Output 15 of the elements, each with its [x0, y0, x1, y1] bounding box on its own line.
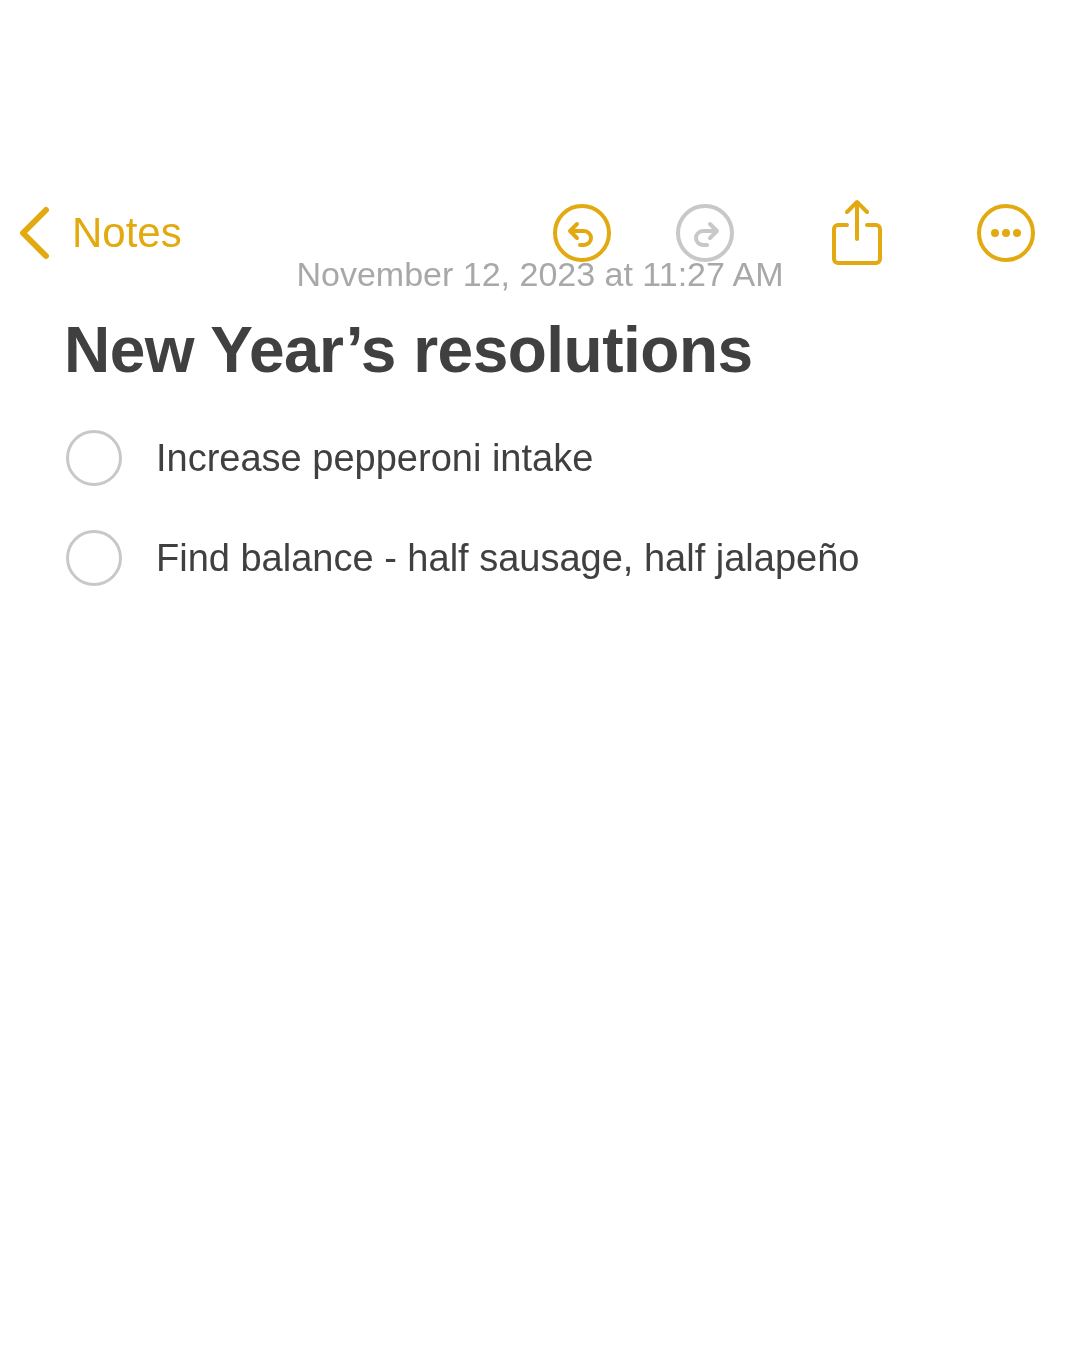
undo-button[interactable] [552, 203, 612, 263]
share-icon [830, 199, 884, 267]
chevron-left-icon [18, 206, 50, 260]
checklist-item-text: Find balance - half sausage, half jalapeño [156, 536, 860, 580]
more-icon [976, 203, 1036, 263]
note-title: New Year’s resolutions [64, 313, 754, 388]
share-button[interactable] [830, 199, 884, 267]
checklist-item-text: Increase pepperoni intake [156, 436, 594, 480]
redo-icon [675, 203, 735, 263]
undo-icon [552, 203, 612, 263]
more-button[interactable] [976, 203, 1036, 263]
checkbox[interactable] [66, 430, 122, 486]
back-button[interactable]: Notes [14, 206, 186, 260]
checkbox[interactable] [66, 530, 122, 586]
note-date: November 12, 2023 at 11:27 AM [296, 254, 784, 294]
